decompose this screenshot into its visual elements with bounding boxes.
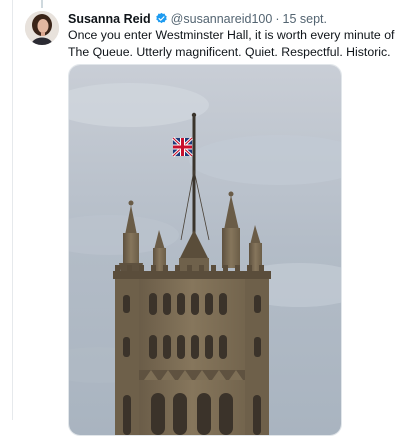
tweet-header: Susanna Reid @susannareid100 · 15 sept. bbox=[68, 11, 327, 27]
tweet-photo[interactable] bbox=[68, 64, 342, 436]
avatar[interactable] bbox=[25, 11, 59, 45]
header-separator: · bbox=[275, 12, 280, 26]
tweet-text: Once you enter Westminster Hall, it is w… bbox=[68, 28, 395, 59]
tweet-date[interactable]: 15 sept. bbox=[283, 12, 327, 26]
elizabeth-tower-photo bbox=[69, 65, 341, 435]
union-flag-icon bbox=[171, 136, 194, 158]
avatar-image bbox=[25, 11, 59, 45]
author-name[interactable]: Susanna Reid bbox=[68, 12, 151, 26]
author-handle[interactable]: @susannareid100 bbox=[171, 12, 273, 26]
tweet[interactable]: Susanna Reid @susannareid100 · 15 sept. Onc… bbox=[0, 0, 420, 436]
